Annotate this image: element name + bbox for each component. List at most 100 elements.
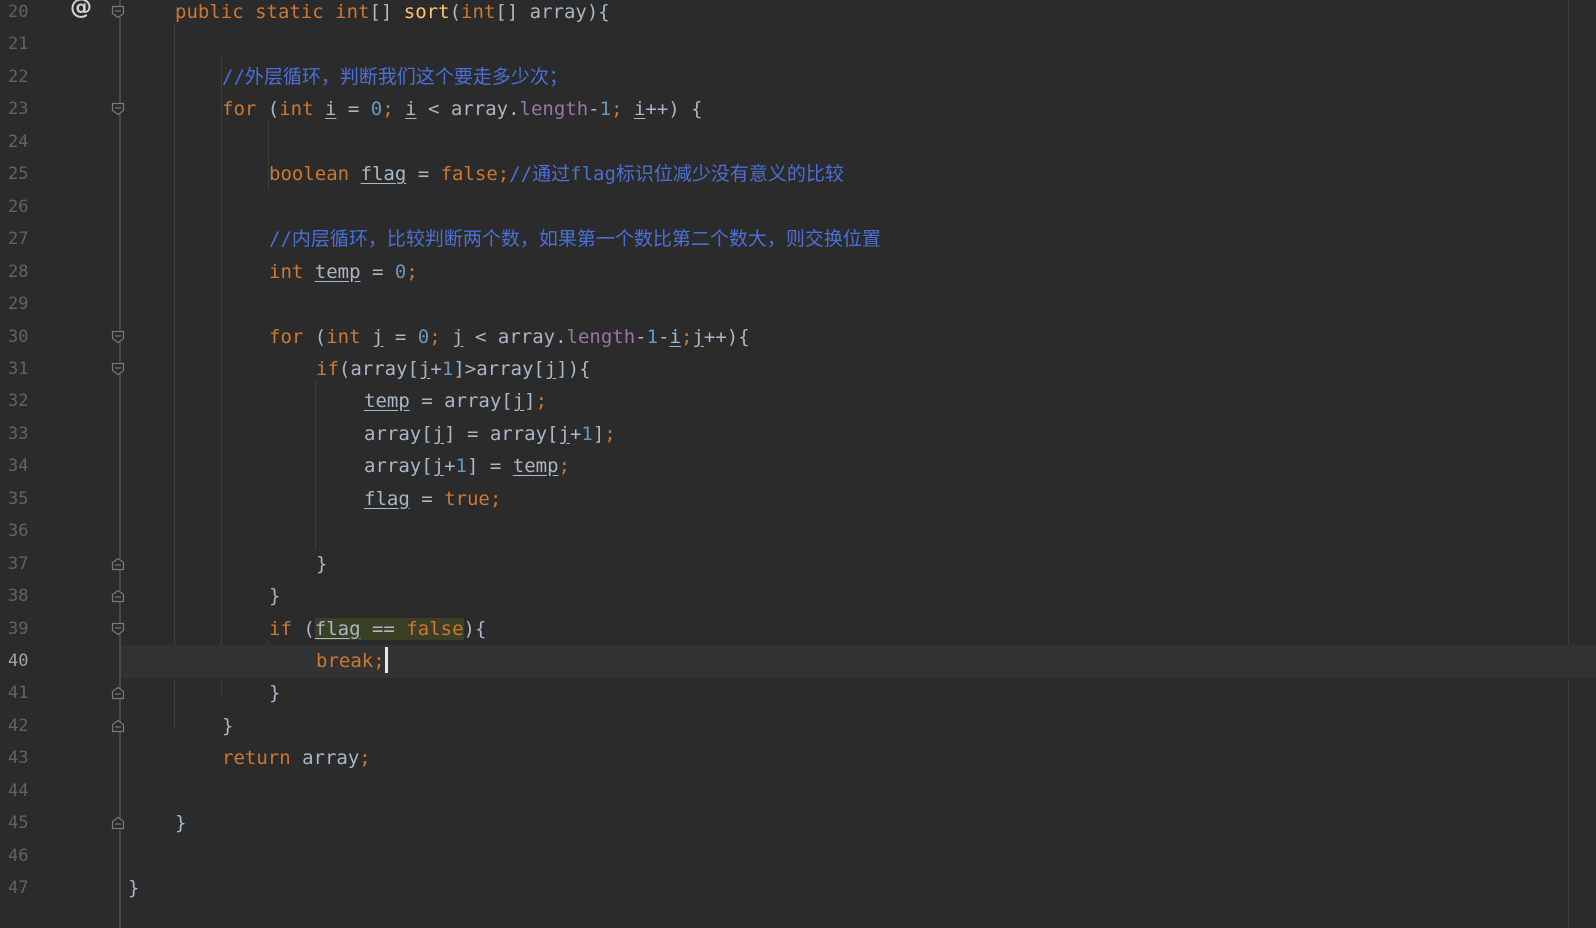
code-text[interactable]: flag = true; [364,483,501,516]
line-number: 43 [8,748,29,769]
code-row[interactable]: 43 return array; [0,742,1596,775]
code-token: true; [444,487,502,510]
code-text[interactable]: array[j] = array[j+1]; [364,418,616,451]
code-row[interactable]: 24 [0,126,1596,159]
code-row[interactable]: 47} [0,872,1596,905]
code-row[interactable]: 38} [0,580,1596,613]
fold-collapse-icon[interactable] [111,330,125,344]
code-token: ; [611,98,634,121]
line-number: 26 [8,196,29,217]
fold-end-icon[interactable] [111,589,125,603]
code-token: ){ [463,617,487,640]
code-row[interactable]: 36 [0,515,1596,548]
code-token: 1 [599,98,612,121]
code-text[interactable]: } [316,548,327,581]
code-text[interactable]: } [222,710,233,743]
code-row[interactable]: 30 for (int j = 0; j < array.length-1-i;j… [0,321,1596,354]
fold-collapse-icon[interactable] [111,102,125,116]
code-row[interactable]: 44 [0,775,1596,808]
code-row[interactable]: 23 for (int i = 0; i < array.length-1; i+… [0,93,1596,126]
implements-marker-icon[interactable]: @ [70,0,94,20]
code-token: 1 [581,422,593,445]
code-text[interactable]: temp = array[j]; [364,385,547,418]
code-row[interactable]: 21 [0,28,1596,61]
code-text[interactable]: } [175,807,186,840]
code-token: ++){ [703,325,750,348]
line-number: 35 [8,488,29,509]
code-token: //内层循环，比较判断两个数，如果第一个数比第二个数大，则交换位置 [269,228,881,251]
code-row[interactable]: 39 if (flag == false){ [0,613,1596,646]
code-token: = [406,163,441,186]
fold-collapse-icon[interactable] [111,362,125,376]
code-row[interactable]: 31 if(array[j+1]>array[j]){ [0,353,1596,386]
code-token: = array[ [409,390,513,413]
code-token: + [430,357,442,380]
line-number: 40 [8,651,29,671]
code-row[interactable]: 20 @ public static int[] sort(int[] array)… [0,0,1596,29]
line-number: 37 [8,553,29,574]
code-row[interactable]: 46 [0,840,1596,873]
code-text[interactable]: } [128,872,139,905]
code-row[interactable]: 25 boolean flag = false;//通过flag标识位减少没有意义… [0,158,1596,191]
line-number: 47 [8,878,29,899]
code-token: ; [429,325,453,348]
code-row[interactable]: 40 break; [0,645,1596,678]
code-token: j [452,325,464,348]
fold-end-icon[interactable] [111,816,125,830]
code-text[interactable]: for (int i = 0; i < array.length-1; i++)… [222,93,703,126]
code-token: int [326,325,372,348]
code-token: } [269,682,281,705]
code-token: length [519,98,589,121]
code-row[interactable]: 27 //内层循环，比较判断两个数，如果第一个数比第二个数大，则交换位置 [0,223,1596,256]
code-text[interactable]: for (int j = 0; j < array.length-1-i;j++… [269,321,750,354]
code-token: = [409,487,445,510]
code-text[interactable]: break; [316,645,388,678]
fold-collapse-icon[interactable] [111,622,125,636]
code-token: j [418,357,431,380]
code-row[interactable]: 32 temp = array[j]; [0,385,1596,418]
code-token: flag [314,617,361,640]
code-row[interactable]: 45} [0,807,1596,840]
code-row[interactable]: 42} [0,710,1596,743]
code-token: 0 [370,98,383,121]
code-row[interactable]: 29 [0,288,1596,321]
fold-end-icon[interactable] [111,557,125,571]
code-token: j [371,325,384,348]
code-row[interactable]: 35 flag = true; [0,483,1596,516]
code-text[interactable]: //外层循环，判断我们这个要走多少次； [222,61,568,94]
code-text[interactable]: public static int[] sort(int[] array){ [175,0,610,29]
code-text[interactable]: if (flag == false){ [269,613,486,646]
code-text[interactable]: } [269,580,280,613]
code-token: flag [360,163,407,186]
code-token: temp [314,260,361,283]
code-text[interactable]: //内层循环，比较判断两个数，如果第一个数比第二个数大，则交换位置 [269,223,881,256]
code-token: < array. [416,98,520,121]
code-text[interactable]: int temp = 0; [269,256,418,289]
code-token: ++) { [645,98,703,121]
fold-collapse-icon[interactable] [111,5,125,19]
code-row[interactable]: 33 array[j] = array[j+1]; [0,418,1596,451]
fold-end-icon[interactable] [111,686,125,700]
code-editor[interactable]: 20 @ public static int[] sort(int[] array)… [0,0,1596,928]
code-token: [] [369,1,404,23]
code-token: ; [359,747,371,770]
code-text[interactable]: boolean flag = false;//通过flag标识位减少没有意义的比… [269,158,844,191]
code-row[interactable]: 41} [0,677,1596,710]
code-token: = [383,325,418,348]
line-number: 42 [8,715,29,736]
line-number: 34 [8,456,29,477]
code-text[interactable]: return array; [222,742,371,775]
code-text[interactable]: array[j+1] = temp; [364,450,570,483]
code-row[interactable]: 26 [0,191,1596,224]
code-row[interactable]: 37} [0,548,1596,581]
code-token: } [128,877,140,900]
code-text[interactable]: if(array[j+1]>array[j]){ [316,353,591,386]
fold-end-icon[interactable] [111,719,125,733]
code-token: i [669,325,681,348]
code-text[interactable]: } [269,677,280,710]
code-token: + [444,455,456,478]
code-token: return [222,747,303,770]
code-row[interactable]: 34 array[j+1] = temp; [0,450,1596,483]
code-row[interactable]: 22 //外层循环，判断我们这个要走多少次； [0,61,1596,94]
code-row[interactable]: 28 int temp = 0; [0,256,1596,289]
